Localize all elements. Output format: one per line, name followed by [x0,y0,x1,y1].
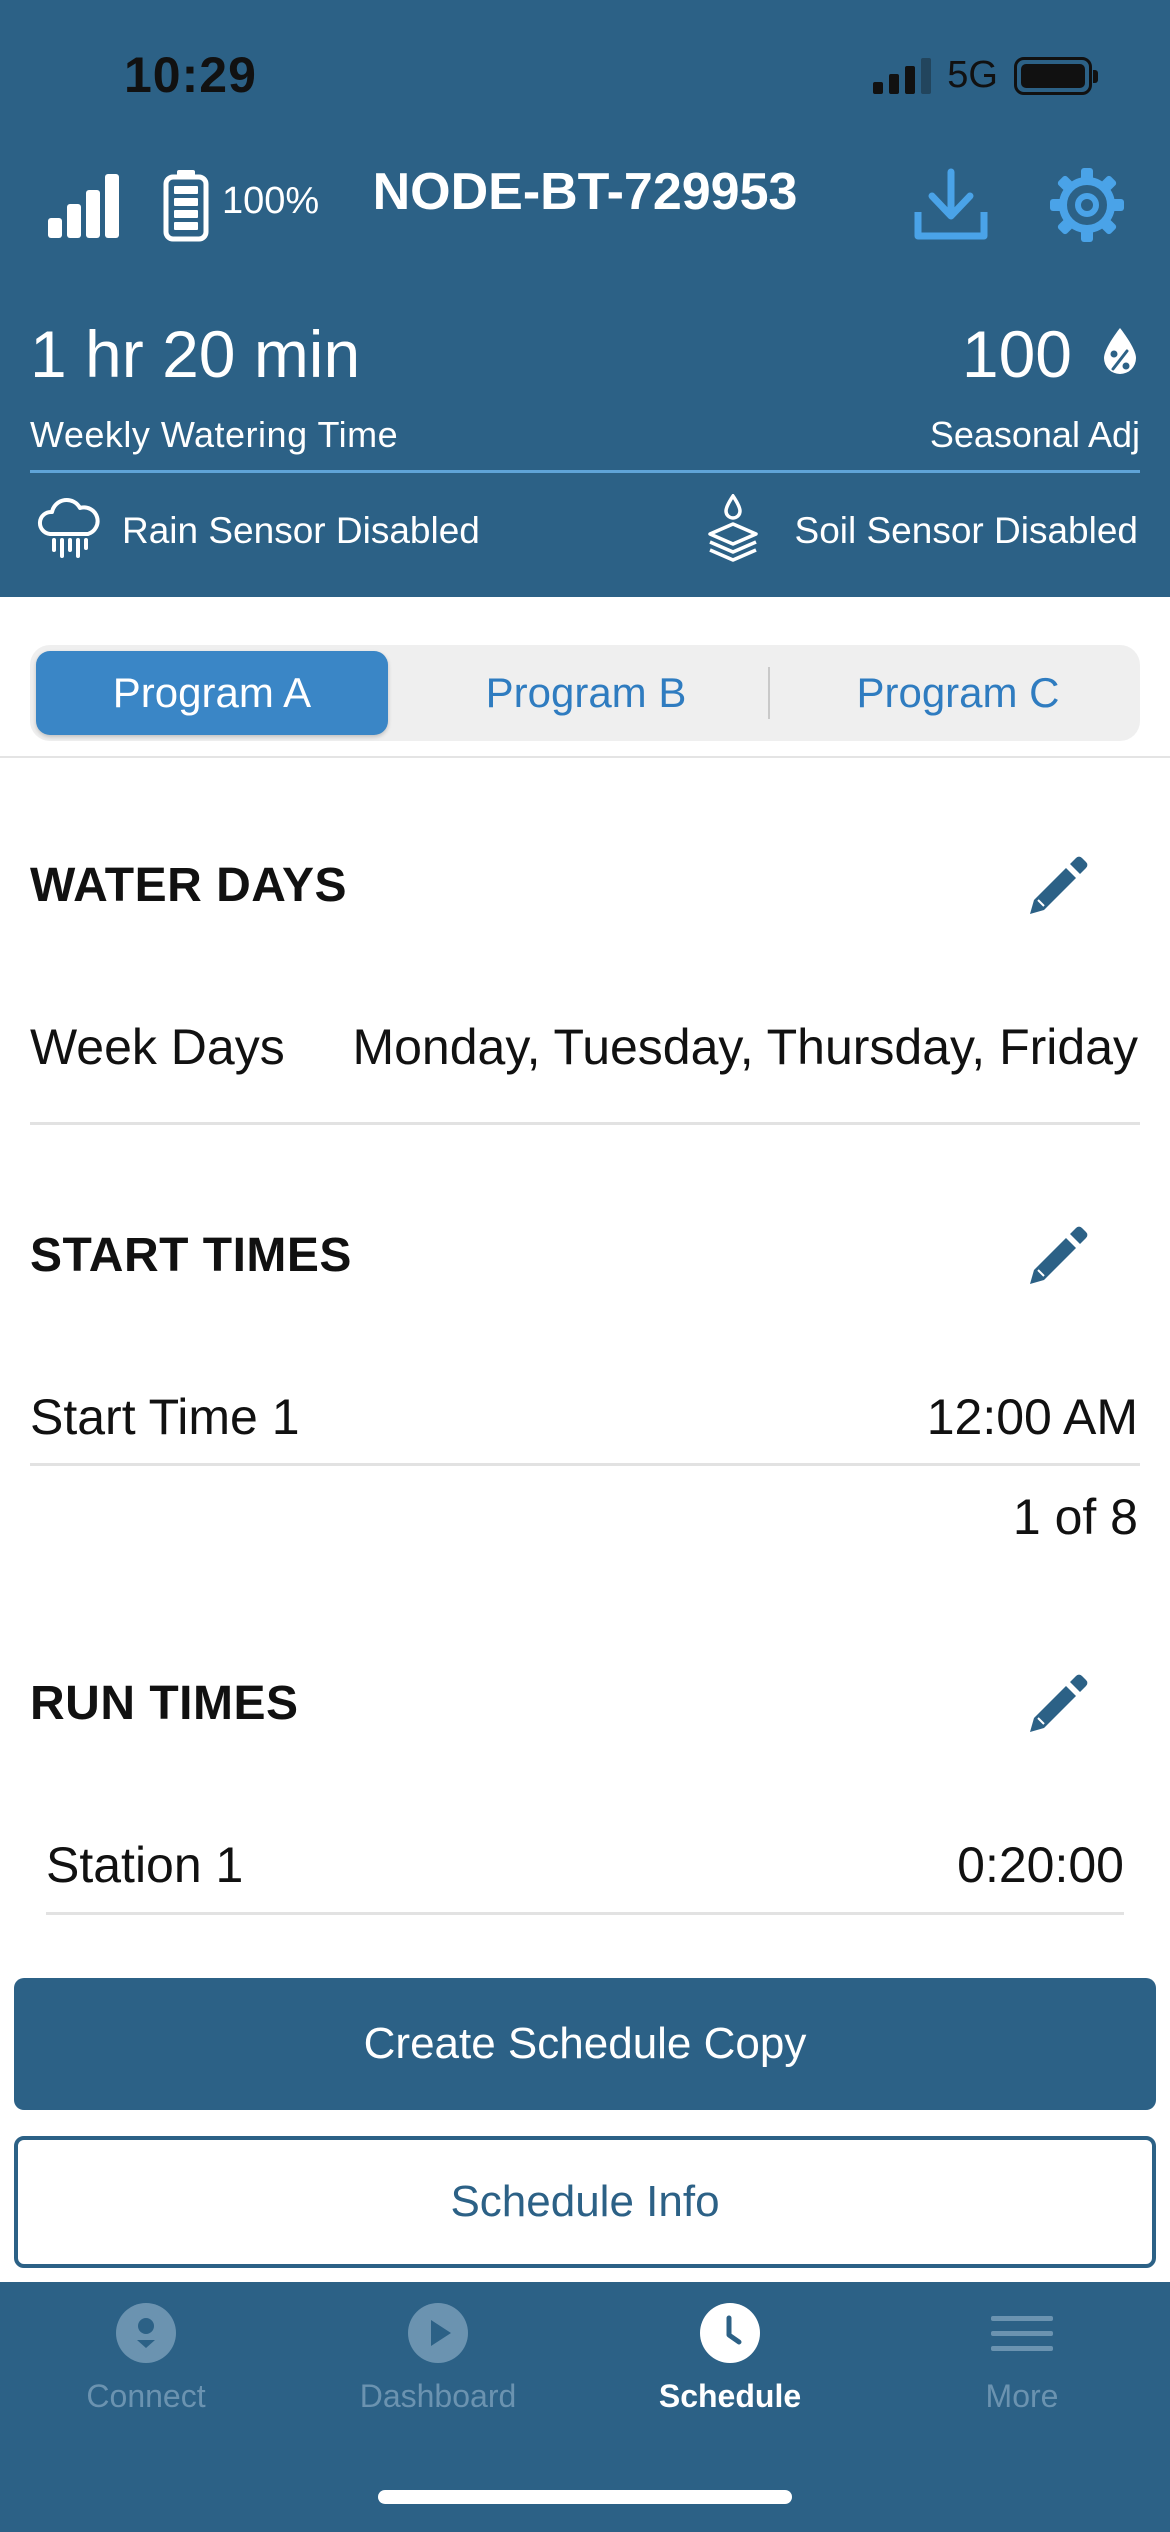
weekly-watering-time-value: 1 hr 20 min [30,317,361,391]
program-segmented-control: Program A Program B Program C [30,645,1140,741]
nav-dashboard[interactable]: Dashboard [292,2302,584,2452]
run-times-title: RUN TIMES [30,1677,299,1730]
pencil-icon [1030,1226,1088,1284]
home-indicator [378,2490,792,2504]
run-times-divider [46,1912,1124,1915]
nav-schedule[interactable]: Schedule [584,2302,876,2452]
play-icon [407,2302,469,2364]
cellular-signal-icon [873,57,932,94]
rain-cloud-icon [36,496,100,565]
edit-start-times-button[interactable] [1018,1216,1098,1296]
menu-icon [991,2302,1053,2364]
network-type: 5G [947,54,998,96]
header: 10:29 5G 100% NODE-BT-729953 1 hr 20 min… [0,0,1170,597]
tab-program-c[interactable]: Program C [782,651,1134,735]
start-time-value: 12:00 AM [926,1389,1138,1445]
rain-sensor-status: Rain Sensor Disabled [122,510,480,551]
start-times-count: 1 of 8 [1012,1489,1138,1545]
status-bar-indicators: 5G [873,54,1098,97]
download-icon [914,168,988,240]
soil-sensor-icon [706,492,760,571]
device-name: NODE-BT-729953 [372,163,798,221]
connect-icon [115,2302,177,2364]
nav-connect[interactable]: Connect [0,2302,292,2452]
phone-battery-icon [1014,56,1098,95]
tab-separator [768,667,770,719]
tab-program-a[interactable]: Program A [36,651,388,735]
start-times-divider [30,1463,1140,1466]
gear-icon [1050,168,1124,242]
download-button[interactable] [912,166,990,249]
tab-program-b[interactable]: Program B [410,651,762,735]
water-days-title: WATER DAYS [30,859,348,912]
nav-connect-label: Connect [86,2378,206,2414]
create-schedule-copy-button[interactable]: Create Schedule Copy [14,1978,1156,2110]
seasonal-adj-value[interactable]: 100 [962,316,1072,392]
tabs-divider [0,756,1170,758]
start-times-title: START TIMES [30,1229,352,1282]
header-divider [30,470,1140,473]
water-days-divider [30,1122,1140,1125]
status-bar-time: 10:29 [124,47,257,103]
start-time-label: Start Time 1 [30,1389,300,1445]
pencil-icon [1030,856,1088,914]
nav-more[interactable]: More [876,2302,1168,2452]
soil-sensor-status: Soil Sensor Disabled [794,510,1138,551]
station-run-time-value: 0:20:00 [957,1837,1124,1893]
schedule-info-button[interactable]: Schedule Info [14,2136,1156,2268]
nav-dashboard-label: Dashboard [359,2378,517,2414]
week-days-label: Week Days [30,1019,285,1075]
weekly-watering-time-label: Weekly Watering Time [30,414,399,455]
clock-icon [699,2302,761,2364]
edit-run-times-button[interactable] [1018,1664,1098,1744]
nav-schedule-label: Schedule [658,2378,802,2414]
pencil-icon [1030,1674,1088,1732]
seasonal-adj-label: Seasonal Adj [929,414,1140,455]
week-days-value: Monday, Tuesday, Thursday, Friday [352,1019,1138,1075]
nav-more-label: More [985,2378,1059,2414]
water-drop-percent-icon [1100,326,1140,383]
edit-water-days-button[interactable] [1018,846,1098,926]
settings-button[interactable] [1048,166,1126,249]
station-label: Station 1 [46,1837,244,1893]
